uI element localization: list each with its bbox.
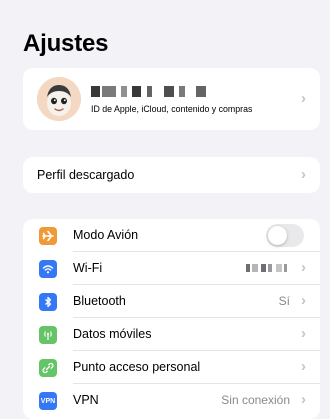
- airplane-mode-row: Modo Avión: [23, 219, 320, 252]
- profile-subtitle: ID de Apple, iCloud, contenido y compras: [91, 104, 253, 114]
- cellular-data-label: Datos móviles: [73, 327, 152, 341]
- apple-id-profile-card[interactable]: ID de Apple, iCloud, contenido y compras…: [23, 68, 320, 130]
- vpn-label: VPN: [73, 393, 99, 407]
- bluetooth-row[interactable]: Bluetooth Sí ›: [23, 285, 320, 318]
- chevron-right-icon: ›: [301, 358, 306, 375]
- wifi-network-redacted: [246, 264, 290, 272]
- wifi-icon: [39, 260, 57, 278]
- memoji-avatar-icon: [37, 77, 81, 121]
- chevron-right-icon: ›: [301, 259, 306, 276]
- page-title: Ajustes: [23, 30, 109, 57]
- bluetooth-status: Sí: [278, 294, 290, 308]
- bluetooth-label: Bluetooth: [73, 294, 126, 308]
- airplane-mode-toggle[interactable]: [266, 224, 304, 247]
- vpn-row[interactable]: VPN VPN Sin conexión ›: [23, 384, 320, 417]
- airplane-icon: [39, 227, 57, 245]
- connectivity-settings-group: Modo Avión Wi-Fi › Bluetooth Sí › Datos …: [23, 219, 320, 419]
- downloaded-profile-row[interactable]: Perfil descargado ›: [23, 157, 320, 193]
- chevron-right-icon: ›: [301, 292, 306, 309]
- wifi-label: Wi-Fi: [73, 261, 103, 275]
- cellular-data-row[interactable]: Datos móviles ›: [23, 318, 320, 351]
- hotspot-icon: [39, 359, 57, 377]
- chevron-right-icon: ›: [301, 325, 306, 342]
- antenna-icon: [39, 326, 57, 344]
- airplane-mode-label: Modo Avión: [73, 228, 139, 242]
- personal-hotspot-label: Punto acceso personal: [73, 360, 201, 374]
- vpn-status: Sin conexión: [221, 393, 290, 407]
- vpn-icon: VPN: [39, 392, 57, 410]
- bluetooth-icon: [39, 293, 57, 311]
- profile-name-redacted: [91, 86, 291, 97]
- downloaded-profile-label: Perfil descargado: [37, 168, 135, 182]
- chevron-right-icon: ›: [301, 90, 306, 107]
- personal-hotspot-row[interactable]: Punto acceso personal ›: [23, 351, 320, 384]
- chevron-right-icon: ›: [301, 166, 306, 183]
- wifi-row[interactable]: Wi-Fi ›: [23, 252, 320, 285]
